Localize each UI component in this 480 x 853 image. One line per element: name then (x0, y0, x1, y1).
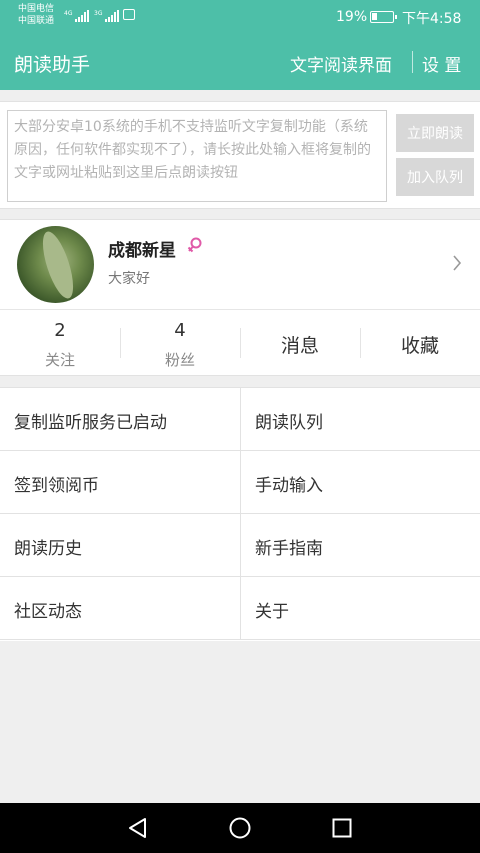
text-input[interactable]: 大部分安卓10系统的手机不支持监听文字复制功能（系统原因，任何软件都实现不了），… (7, 110, 387, 202)
nfc-icon (123, 9, 135, 20)
following-label: 关注 (44, 351, 75, 369)
navigation-bar (0, 803, 480, 853)
messages-label: 消息 (280, 335, 319, 357)
stat-followers[interactable]: 4 粉丝 (120, 310, 240, 376)
app-bar: 朗读助手 文字阅读界面 设 置 (0, 34, 480, 90)
signal-2-label: 3G (94, 10, 103, 17)
add-to-queue-button[interactable]: 加入队列 (396, 158, 474, 196)
stat-following[interactable]: 2 关注 (0, 310, 120, 376)
text-reading-button[interactable]: 文字阅读界面 (290, 51, 392, 76)
carrier-1: 中国电信 (18, 4, 55, 14)
user-name: 成都新星 (108, 241, 176, 261)
stats-row: 2 关注 4 粉丝 消息 收藏 (0, 310, 480, 376)
signal-icon-1: 4G (64, 9, 90, 26)
settings-button[interactable]: 设 置 (422, 51, 461, 76)
stat-favorites[interactable]: 收藏 (360, 310, 480, 376)
followers-count: 4 (174, 320, 186, 341)
menu-read-history[interactable]: 朗读历史 (0, 514, 240, 577)
user-signature: 大家好 (108, 271, 150, 287)
menu-grid: 复制监听服务已启动 朗读队列 签到领阅币 手动输入 朗读历史 新手指南 社区动态… (0, 387, 480, 641)
app-title: 朗读助手 (14, 54, 91, 76)
back-icon[interactable] (126, 816, 150, 840)
profile-card[interactable]: 成都新星 大家好 (0, 219, 480, 310)
female-icon (187, 237, 203, 259)
input-panel: 大部分安卓10系统的手机不支持监听文字复制功能（系统原因，任何软件都实现不了），… (0, 101, 480, 209)
clock: 下午4:58 (402, 11, 462, 27)
recents-icon[interactable] (330, 816, 354, 840)
signal-icon-2: 3G (94, 9, 120, 26)
status-bar: 中国电信 中国联通 4G 3G 19% 下午4:58 (0, 0, 480, 34)
avatar[interactable] (17, 226, 94, 303)
menu-copy-listen-service[interactable]: 复制监听服务已启动 (0, 388, 240, 451)
menu-community[interactable]: 社区动态 (0, 577, 240, 640)
menu-check-in[interactable]: 签到领阅币 (0, 451, 240, 514)
signal-1-label: 4G (64, 10, 73, 17)
following-count: 2 (54, 320, 66, 341)
read-now-button[interactable]: 立即朗读 (396, 114, 474, 152)
home-icon[interactable] (228, 816, 252, 840)
stat-messages[interactable]: 消息 (240, 310, 360, 376)
chevron-right-icon (452, 254, 462, 276)
carrier-2: 中国联通 (18, 16, 55, 26)
followers-label: 粉丝 (164, 351, 195, 369)
menu-manual-input[interactable]: 手动输入 (240, 451, 480, 514)
favorites-label: 收藏 (400, 335, 439, 357)
menu-read-queue[interactable]: 朗读队列 (240, 388, 480, 451)
menu-about[interactable]: 关于 (240, 577, 480, 640)
battery-icon (370, 11, 397, 23)
battery-percent: 19% (336, 9, 368, 25)
action-divider (412, 51, 413, 73)
menu-beginner-guide[interactable]: 新手指南 (240, 514, 480, 577)
carrier-names: 中国电信 中国联通 (18, 3, 54, 27)
